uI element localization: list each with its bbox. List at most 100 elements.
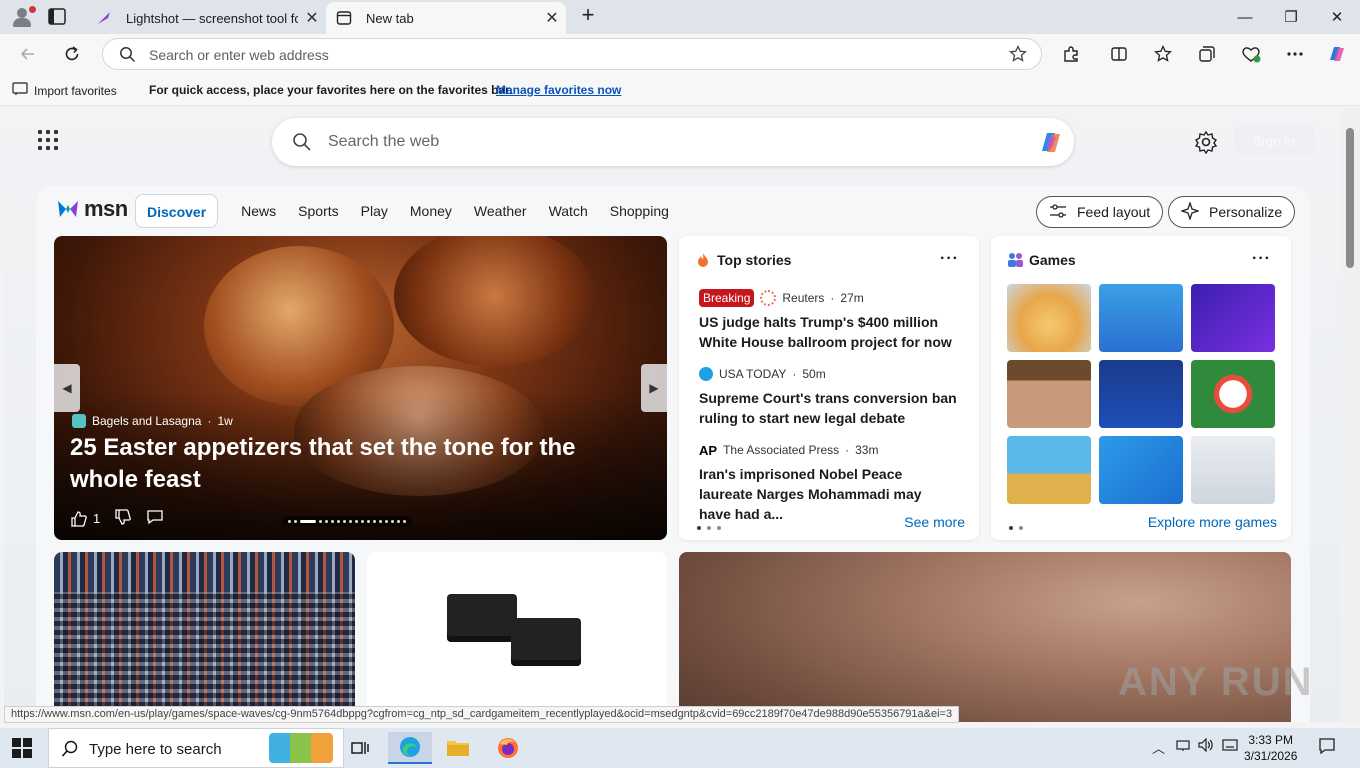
- minimize-button[interactable]: —: [1222, 0, 1268, 34]
- network-icon[interactable]: [1176, 738, 1190, 755]
- more-menu-icon[interactable]: [1282, 41, 1308, 67]
- game-tile[interactable]: [1191, 284, 1275, 352]
- sliders-icon: [1049, 203, 1067, 222]
- breaking-badge: Breaking: [699, 289, 755, 307]
- clock-time: 3:33 PM: [1248, 733, 1294, 747]
- task-view-icon[interactable]: [338, 732, 382, 764]
- favorites-icon[interactable]: [1150, 41, 1176, 67]
- news-card-image[interactable]: [54, 552, 355, 722]
- dislike-button[interactable]: [114, 508, 132, 529]
- favorite-star-icon[interactable]: [1009, 44, 1027, 68]
- profile-avatar[interactable]: [9, 5, 36, 29]
- tab-lightshot[interactable]: Lightshot — screenshot tool for Mac & Wi…: [86, 2, 326, 34]
- title-bar: Lightshot — screenshot tool for Mac & Wi…: [0, 0, 1360, 34]
- comment-icon: [147, 510, 163, 525]
- collections-icon[interactable]: [1194, 41, 1220, 67]
- nav-tab-shopping[interactable]: Shopping: [599, 194, 680, 228]
- close-tab-icon[interactable]: ✕: [298, 8, 326, 28]
- show-hidden-icons-chevron-icon[interactable]: ︿: [1152, 738, 1165, 757]
- favorites-message: For quick access, place your favorites h…: [149, 83, 513, 97]
- msn-logo[interactable]: msn: [56, 196, 128, 222]
- tab-new-tab[interactable]: New tab ✕: [326, 2, 566, 34]
- game-tile[interactable]: [1191, 360, 1275, 428]
- story-headline[interactable]: US judge halts Trump's $400 million Whit…: [699, 312, 957, 352]
- address-bar[interactable]: Search or enter web address: [102, 38, 1042, 70]
- copilot-icon[interactable]: [1324, 41, 1350, 67]
- file-explorer-icon[interactable]: [436, 732, 480, 764]
- explore-more-games-link[interactable]: Explore more games: [1148, 514, 1277, 530]
- close-window-button[interactable]: ✕: [1314, 0, 1360, 34]
- close-tab-icon[interactable]: ✕: [538, 8, 566, 28]
- edge-taskbar-icon[interactable]: [388, 732, 432, 764]
- carousel-prev-button[interactable]: ◀: [54, 364, 80, 412]
- news-card-image[interactable]: [367, 552, 667, 722]
- web-search-box[interactable]: Search the web: [272, 118, 1074, 166]
- games-card: Games ··· Explore more games: [991, 236, 1291, 540]
- hero-headline[interactable]: 25 Easter appetizers that set the tone f…: [70, 432, 650, 496]
- game-tile[interactable]: [1099, 284, 1183, 352]
- page-scrollbar[interactable]: [1341, 108, 1360, 722]
- nav-tab-sports[interactable]: Sports: [287, 194, 349, 228]
- personalize-button[interactable]: Personalize: [1168, 196, 1296, 228]
- feed-layout-button[interactable]: Feed layout: [1036, 196, 1164, 228]
- refresh-button[interactable]: [58, 40, 86, 68]
- sign-in-button[interactable]: Sign in: [1234, 126, 1314, 156]
- nav-tab-money[interactable]: Money: [399, 194, 463, 228]
- msn-nav-tabs: Discover News Sports Play Money Weather …: [135, 194, 680, 228]
- browser-essentials-icon[interactable]: [1238, 41, 1264, 67]
- manage-favorites-link[interactable]: Manage favorites now: [496, 83, 621, 97]
- firefox-icon[interactable]: [486, 732, 530, 764]
- story-item[interactable]: USA TODAY · 50m Supreme Court's trans conv…: [699, 364, 957, 428]
- like-button[interactable]: 1: [70, 510, 100, 528]
- scrollbar-thumb[interactable]: [1346, 128, 1354, 268]
- import-favorites-button[interactable]: Import favorites: [12, 82, 117, 99]
- game-tile[interactable]: [1099, 360, 1183, 428]
- carousel-indicator[interactable]: [282, 516, 412, 526]
- msn-feed: msn Discover News Sports Play Money Weat…: [36, 186, 1310, 722]
- game-tile[interactable]: [1007, 360, 1091, 428]
- carousel-next-button[interactable]: ▶: [641, 364, 667, 412]
- story-headline[interactable]: Supreme Court's trans conversion ban rul…: [699, 388, 957, 428]
- search-highlight-image: [269, 733, 333, 763]
- game-tile[interactable]: [1007, 284, 1091, 352]
- apps-launcher-icon[interactable]: [38, 130, 58, 150]
- story-item[interactable]: Breaking Reuters · 27m US judge halts Trum…: [699, 288, 957, 352]
- story-item[interactable]: AP The Associated Press · 33m Iran's impri…: [699, 440, 957, 524]
- game-tile[interactable]: [1099, 436, 1183, 504]
- game-tile[interactable]: [1191, 436, 1275, 504]
- input-indicator-icon[interactable]: [1222, 738, 1238, 755]
- comment-button[interactable]: [146, 508, 164, 529]
- restore-button[interactable]: ❐: [1268, 0, 1314, 34]
- copilot-icon[interactable]: [1036, 127, 1066, 162]
- nav-tab-discover[interactable]: Discover: [135, 194, 219, 228]
- card-pager[interactable]: [1009, 526, 1023, 530]
- address-placeholder: Search or enter web address: [149, 47, 329, 63]
- hero-image: [394, 236, 594, 366]
- taskbar-search-box[interactable]: Type here to search: [48, 728, 344, 768]
- favorites-bar: Import favorites For quick access, place…: [0, 74, 1360, 106]
- volume-icon[interactable]: [1198, 737, 1214, 755]
- nav-tab-weather[interactable]: Weather: [463, 194, 538, 228]
- split-screen-icon[interactable]: [1106, 41, 1132, 67]
- extensions-icon[interactable]: [1058, 41, 1084, 67]
- card-more-icon[interactable]: ···: [940, 250, 959, 268]
- start-button[interactable]: [12, 738, 32, 758]
- back-button[interactable]: [14, 40, 42, 68]
- system-clock[interactable]: 3:33 PM 3/31/2026: [1244, 732, 1297, 764]
- new-tab-button[interactable]: +: [576, 4, 600, 28]
- notifications-icon[interactable]: [1318, 737, 1336, 758]
- nav-tab-watch[interactable]: Watch: [538, 194, 599, 228]
- taskbar-search-placeholder: Type here to search: [89, 741, 222, 758]
- hero-carousel[interactable]: ◀ ▶ Bagels and Lasagna · 1w 25 Easter appe…: [54, 236, 667, 540]
- nav-tab-play[interactable]: Play: [350, 194, 399, 228]
- search-icon: [61, 740, 79, 763]
- game-tile[interactable]: [1007, 436, 1091, 504]
- card-more-icon[interactable]: ···: [1252, 250, 1271, 268]
- card-pager[interactable]: [697, 526, 721, 530]
- hero-source: Bagels and Lasagna · 1w: [72, 414, 233, 428]
- settings-gear-icon[interactable]: [1194, 130, 1218, 155]
- tab-actions-icon[interactable]: [48, 8, 66, 25]
- publisher-logo-icon: [72, 414, 86, 428]
- nav-tab-news[interactable]: News: [230, 194, 287, 228]
- see-more-link[interactable]: See more: [904, 514, 965, 530]
